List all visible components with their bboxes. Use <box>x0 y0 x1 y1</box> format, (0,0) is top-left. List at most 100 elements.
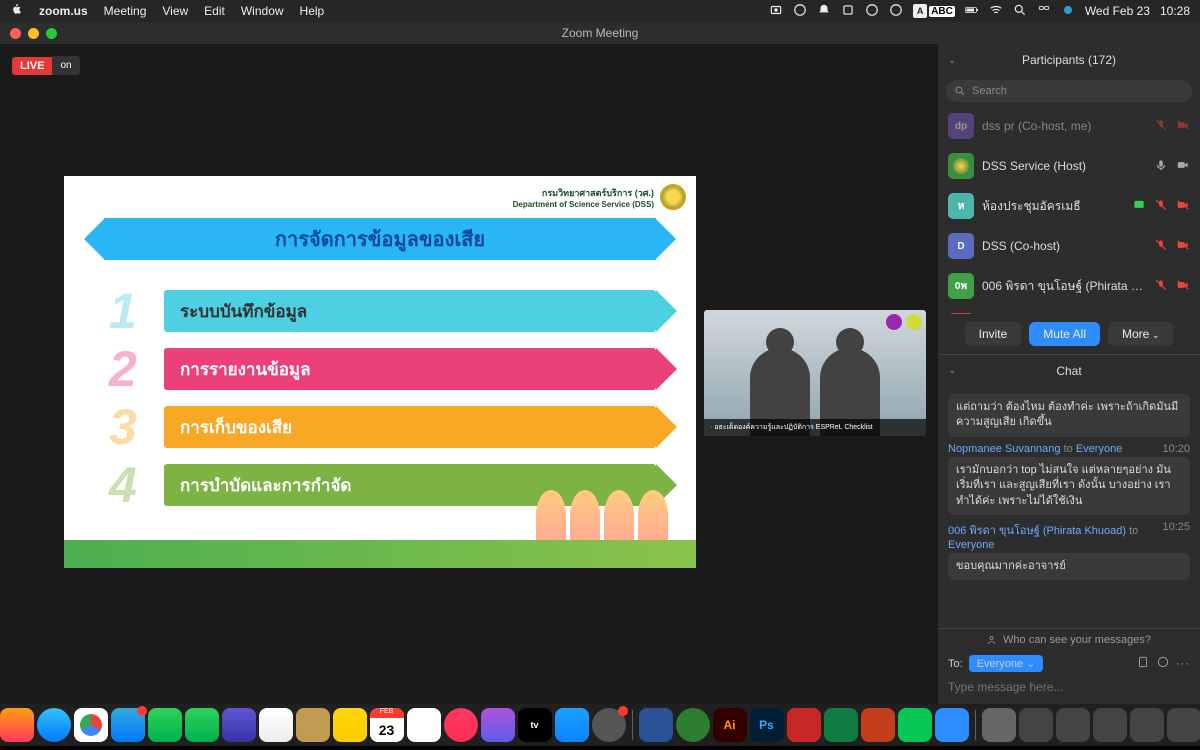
invite-button[interactable]: Invite <box>965 322 1022 346</box>
dock-teams-icon[interactable] <box>222 708 256 742</box>
dock-excel-icon[interactable] <box>824 708 858 742</box>
emoji-icon[interactable] <box>1156 655 1170 672</box>
menubar-time[interactable]: 10:28 <box>1160 4 1190 18</box>
people-icon <box>987 634 999 646</box>
apple-icon[interactable] <box>10 3 23 19</box>
menubar-date[interactable]: Wed Feb 23 <box>1085 4 1150 18</box>
slide-illustration <box>536 490 676 540</box>
participants-list[interactable]: dp dss pr (Co-host, me) DSS Service (Hos… <box>938 106 1200 314</box>
dock-settings-icon[interactable] <box>592 708 626 742</box>
dock-folder-icon[interactable] <box>982 708 1016 742</box>
participant-row[interactable]: ห ห้องประชุมอัครเมธี <box>938 186 1200 226</box>
chat-privacy-notice[interactable]: Who can see your messages? <box>938 629 1200 651</box>
dock-notes-icon[interactable] <box>333 708 367 742</box>
dock-minimized-1-icon[interactable] <box>1019 708 1053 742</box>
dock-photos-icon[interactable] <box>259 708 293 742</box>
siri-icon[interactable] <box>1061 3 1075 20</box>
cam-icon[interactable] <box>1176 238 1190 255</box>
mic-icon[interactable] <box>1154 278 1168 295</box>
dock-zoom-icon[interactable] <box>935 708 969 742</box>
speaker-camera[interactable]: · อธะเด็ดองค์ความรู้และปฏิบัติการ ESPReL… <box>704 310 926 436</box>
more-button[interactable]: More ⌄ <box>1108 322 1173 346</box>
dock-illustrator-icon[interactable]: Ai <box>713 708 747 742</box>
dock-music-icon[interactable] <box>444 708 478 742</box>
cam-icon[interactable] <box>1176 118 1190 135</box>
close-window-button[interactable] <box>10 28 21 39</box>
mute-all-button[interactable]: Mute All <box>1029 322 1100 346</box>
screenrec-icon[interactable] <box>769 3 783 20</box>
dock-chrome-icon[interactable] <box>74 708 108 742</box>
participant-name: 006 พิรดา ขุนโอษฐ์ (Phirata K... <box>982 277 1146 296</box>
cc-icon[interactable] <box>865 3 879 20</box>
search-icon <box>954 85 966 97</box>
dock-minimized-5-icon[interactable] <box>1167 708 1200 742</box>
menu-help[interactable]: Help <box>300 4 325 18</box>
input-lang-icon[interactable]: AABC <box>913 4 955 18</box>
chat-to-label: To: <box>948 658 963 670</box>
chat-input[interactable] <box>948 680 1190 694</box>
dock-minimized-4-icon[interactable] <box>1130 708 1164 742</box>
file-icon[interactable] <box>1136 655 1150 672</box>
mic-icon[interactable] <box>1154 198 1168 215</box>
teamviewer-icon[interactable] <box>841 3 855 20</box>
participant-row[interactable]: 0พ 006 พิรดา ขุนโอษฐ์ (Phirata K... <box>938 266 1200 306</box>
line-icon[interactable] <box>793 3 807 20</box>
slide-item-1: 1 ระบบบันทึกข้อมูล <box>164 290 656 332</box>
wifi-icon[interactable] <box>989 3 1003 20</box>
chat-to-select[interactable]: Everyone ⌄ <box>969 655 1044 672</box>
more-icon[interactable]: ··· <box>1176 658 1190 670</box>
battery-icon[interactable] <box>965 3 979 20</box>
menu-view[interactable]: View <box>162 4 188 18</box>
dock-safari-icon[interactable] <box>37 708 71 742</box>
mic-icon[interactable] <box>1154 118 1168 135</box>
participants-header[interactable]: ⌄ Participants (172) <box>938 44 1200 76</box>
dock-word-icon[interactable] <box>639 708 673 742</box>
dock-reminders-icon[interactable] <box>407 708 441 742</box>
dock-appletv-icon[interactable]: tv <box>518 708 552 742</box>
dock-mail-icon[interactable] <box>111 708 145 742</box>
menu-window[interactable]: Window <box>241 4 284 18</box>
notification-icon[interactable] <box>817 3 831 20</box>
zoom-window-button[interactable] <box>46 28 57 39</box>
sync-icon[interactable] <box>889 3 903 20</box>
dock-contacts-icon[interactable] <box>296 708 330 742</box>
cam-icon[interactable] <box>1176 198 1190 215</box>
cam-icon[interactable] <box>1176 158 1190 175</box>
dock-calendar-icon[interactable]: FEB23 <box>370 708 404 742</box>
mic-icon[interactable] <box>1154 158 1168 175</box>
live-indicator[interactable]: LIVE on <box>12 56 80 75</box>
menubar-app-name[interactable]: zoom.us <box>39 4 88 18</box>
dock-minimized-3-icon[interactable] <box>1093 708 1127 742</box>
dock-facetime-icon[interactable] <box>148 708 182 742</box>
dock-photoshop-icon[interactable]: Ps <box>750 708 784 742</box>
spotlight-icon[interactable] <box>1013 3 1027 20</box>
dock-powerpoint-icon[interactable] <box>861 708 895 742</box>
cam-icon[interactable] <box>1176 278 1190 295</box>
participant-row[interactable]: D DSS (Co-host) <box>938 226 1200 266</box>
chevron-down-icon[interactable]: ⌄ <box>948 365 956 376</box>
dock-utorrent-icon[interactable] <box>676 708 710 742</box>
dock-minimized-2-icon[interactable] <box>1056 708 1090 742</box>
menu-edit[interactable]: Edit <box>204 4 225 18</box>
chat-message: Nopmanee Suvannang to Everyone10:20เรามั… <box>948 443 1190 515</box>
chat-messages[interactable]: แต่ถามว่า ต้องไหม ต้องทำค่ะ เพราะถ้าเกิด… <box>938 386 1200 628</box>
participants-search[interactable]: Search <box>946 80 1192 102</box>
chevron-down-icon[interactable]: ⌄ <box>948 55 956 66</box>
avatar: ห <box>948 193 974 219</box>
slide-footer <box>64 540 696 568</box>
dock-mendeley-icon[interactable] <box>787 708 821 742</box>
chat-header[interactable]: ⌄ Chat <box>938 354 1200 386</box>
dock-launchpad-icon[interactable] <box>0 708 34 742</box>
control-center-icon[interactable] <box>1037 3 1051 20</box>
minimize-window-button[interactable] <box>28 28 39 39</box>
dock-podcasts-icon[interactable] <box>481 708 515 742</box>
mic-icon[interactable] <box>1154 238 1168 255</box>
participant-row[interactable]: dp dss pr (Co-host, me) <box>938 106 1200 146</box>
chat-message: แต่ถามว่า ต้องไหม ต้องทำค่ะ เพราะถ้าเกิด… <box>948 392 1190 437</box>
menu-meeting[interactable]: Meeting <box>104 4 147 18</box>
participant-row[interactable]: 3ข 34.อังคณา ขจรวงศ์วัฒนา <box>938 306 1200 314</box>
dock-appstore-icon[interactable] <box>555 708 589 742</box>
dock-line-icon[interactable] <box>898 708 932 742</box>
participant-row[interactable]: DSS Service (Host) <box>938 146 1200 186</box>
dock-messages-icon[interactable] <box>185 708 219 742</box>
